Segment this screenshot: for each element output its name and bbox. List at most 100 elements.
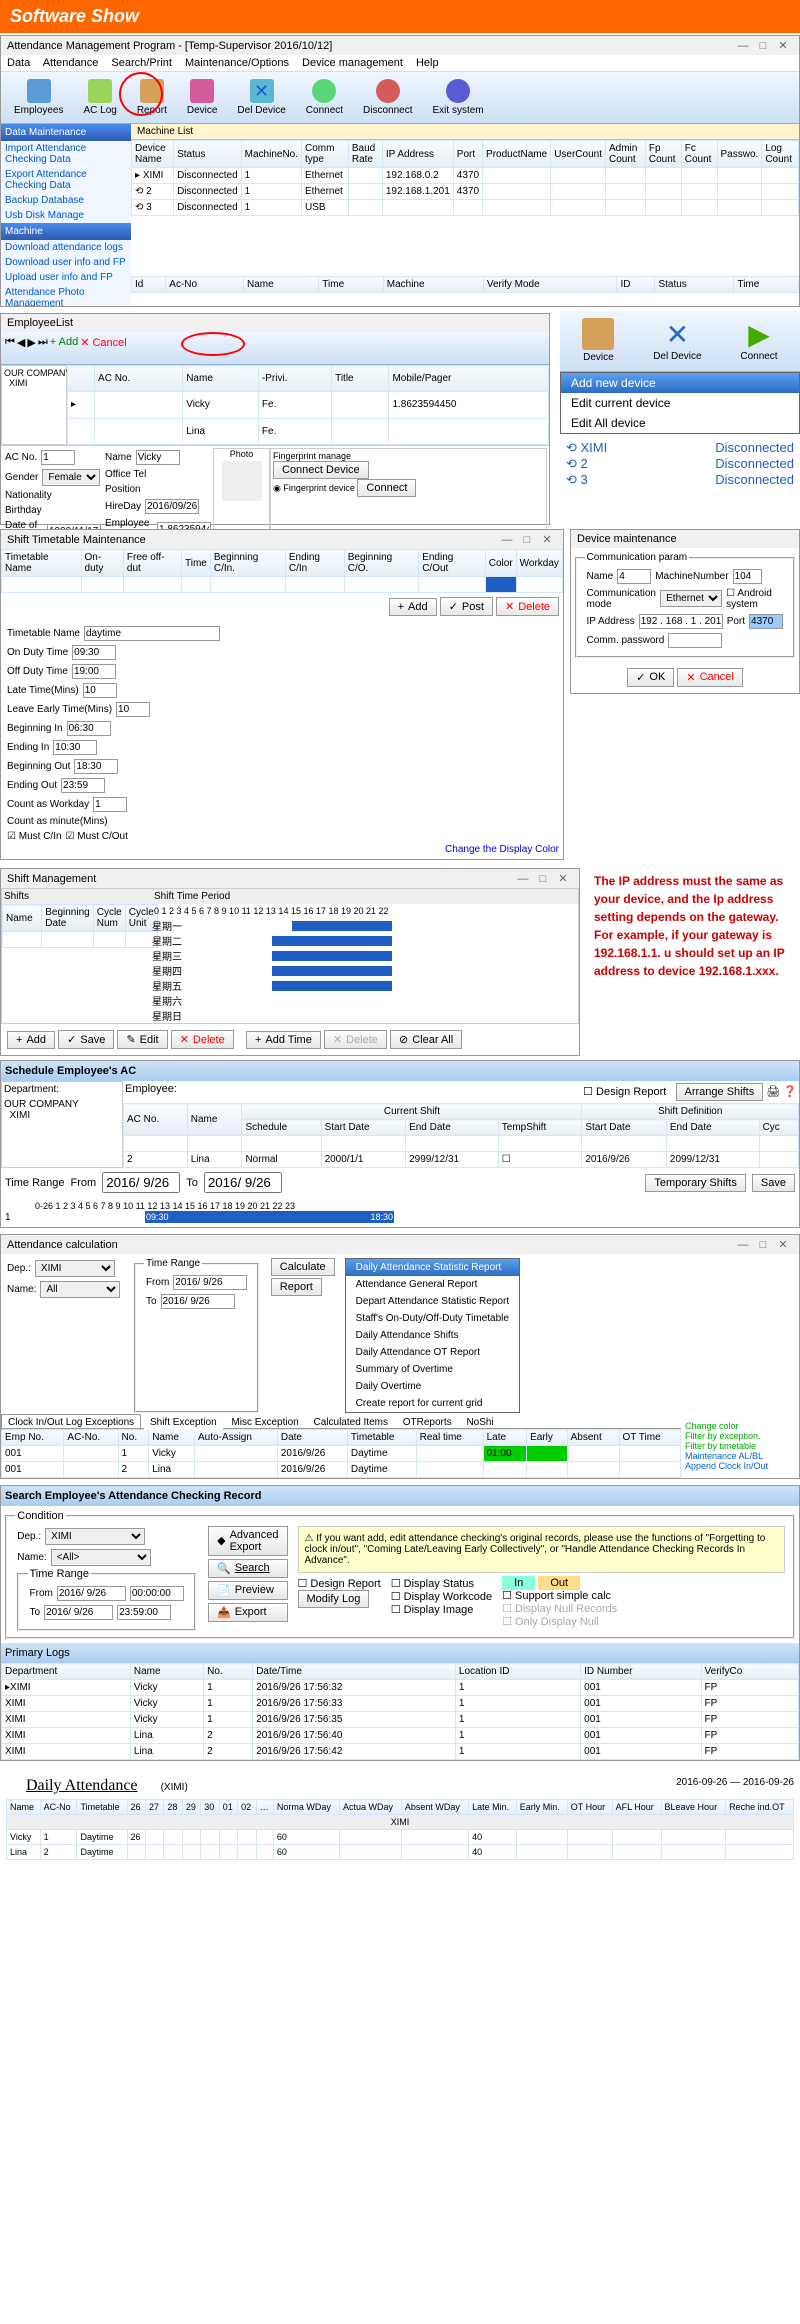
bg-acno[interactable]: Ac-No: [166, 277, 244, 293]
menu-maint[interactable]: Maintenance/Options: [185, 57, 289, 69]
tb-deldevice[interactable]: ✕Del Device: [228, 76, 294, 119]
sto-date[interactable]: [44, 1605, 113, 1620]
side-link[interactable]: Filter by exception.: [685, 1431, 795, 1441]
col[interactable]: Date: [277, 1430, 347, 1446]
menu-edit-all[interactable]: Edit All device: [561, 413, 799, 433]
col-baud[interactable]: Baud Rate: [348, 141, 382, 168]
col-fp[interactable]: Fp Count: [645, 141, 681, 168]
design-chk[interactable]: ☐ Design Report: [583, 1086, 666, 1098]
eo-input[interactable]: [61, 778, 105, 793]
col[interactable]: Absent: [567, 1430, 619, 1446]
side-link[interactable]: Change color: [685, 1421, 795, 1431]
sm-clear[interactable]: ⊘ Clear All: [390, 1030, 462, 1049]
cancel-icon[interactable]: ✕ Cancel: [80, 336, 127, 360]
tb-aclog[interactable]: AC Log: [74, 76, 125, 119]
col[interactable]: Beginning C/In.: [210, 550, 285, 577]
bg-id[interactable]: Id: [132, 277, 166, 293]
side-link[interactable]: Filter by timetable: [685, 1441, 795, 1451]
col[interactable]: Date/Time: [253, 1664, 456, 1680]
tab[interactable]: NoShi: [460, 1415, 499, 1430]
side-export[interactable]: Export Attendance Checking Data: [1, 167, 131, 193]
shift-row[interactable]: Normal2016/9/261Week: [3, 932, 158, 948]
tb-report[interactable]: Report: [128, 76, 176, 119]
col-log[interactable]: Log Count: [762, 141, 799, 168]
dm-name[interactable]: [617, 569, 651, 584]
dm-ip[interactable]: [639, 614, 723, 629]
col-port[interactable]: Port: [453, 141, 482, 168]
col-pwd[interactable]: Passwo.: [717, 141, 762, 168]
tab[interactable]: OTReports: [397, 1415, 458, 1430]
leave-input[interactable]: [116, 702, 150, 717]
dm-mn[interactable]: [733, 569, 762, 584]
col[interactable]: Schedule: [242, 1120, 321, 1136]
off-input[interactable]: [72, 664, 116, 679]
col-fc[interactable]: Fc Count: [681, 141, 717, 168]
emp-row[interactable]: LinaFe.: [68, 418, 549, 444]
nav-next-icon[interactable]: ▶: [27, 336, 35, 360]
opt1[interactable]: ☐ Display Status: [391, 1578, 474, 1590]
design-chk2[interactable]: ☐ Design Report: [298, 1578, 381, 1590]
add-icon[interactable]: + Add: [50, 336, 78, 360]
col-status[interactable]: Status: [174, 141, 242, 168]
tab[interactable]: Clock In/Out Log Exceptions: [1, 1414, 141, 1430]
rep-item[interactable]: Daily Attendance Statistic Report: [346, 1259, 519, 1276]
calc-name[interactable]: All: [40, 1281, 120, 1298]
col[interactable]: Timetable Name: [2, 550, 82, 577]
adv-btn[interactable]: ◆ Advanced Export: [208, 1526, 287, 1556]
zoom-device[interactable]: Device: [573, 315, 623, 367]
menu-data[interactable]: Data: [7, 57, 30, 69]
name-input[interactable]: [136, 450, 180, 465]
side-backup[interactable]: Backup Database: [1, 193, 131, 208]
search-name[interactable]: <All>: [51, 1549, 151, 1566]
emp-col[interactable]: AC No.: [95, 366, 183, 392]
dm-ok[interactable]: ✓ OK: [627, 668, 674, 687]
from-date[interactable]: [102, 1172, 180, 1193]
search-btn[interactable]: 🔍 Search: [208, 1559, 287, 1578]
tab-machinelist[interactable]: Machine List: [131, 124, 799, 140]
zoom-del[interactable]: ✕Del Device: [644, 315, 710, 367]
machine-row[interactable]: ⟲ 2Disconnected1Ethernet192.168.1.201437…: [132, 184, 799, 200]
col-ip[interactable]: IP Address: [382, 141, 453, 168]
tt-post[interactable]: ✓ Post: [440, 597, 493, 616]
menu-search[interactable]: Search/Print: [111, 57, 172, 69]
bg-status[interactable]: Status: [655, 277, 734, 293]
col-prod[interactable]: ProductName: [483, 141, 551, 168]
sto-time[interactable]: [117, 1605, 171, 1620]
sched-row[interactable]: ▸1VickyNormal2000/1/12999/12/31☐2016/9/2…: [124, 1136, 799, 1152]
tb-exit[interactable]: Exit system: [424, 76, 493, 119]
rep-item[interactable]: Daily Attendance Shifts: [346, 1327, 519, 1344]
search-dep[interactable]: XIMI: [45, 1528, 145, 1545]
tb-connect[interactable]: Connect: [297, 76, 352, 119]
company-tree2[interactable]: OUR COMPANY XIMI: [2, 1097, 122, 1123]
col-user[interactable]: UserCount: [551, 141, 606, 168]
cw-input[interactable]: [93, 797, 127, 812]
bg-id2[interactable]: ID: [617, 277, 655, 293]
log-row[interactable]: XIMILina22016/9/26 17:56:401001FP: [2, 1728, 799, 1744]
col[interactable]: On-duty: [81, 550, 123, 577]
col[interactable]: AC-No.: [64, 1430, 118, 1446]
dm-mode[interactable]: Ethernet: [660, 590, 722, 607]
col[interactable]: Start Date: [582, 1120, 667, 1136]
late-input[interactable]: [83, 683, 117, 698]
menu-edit-device[interactable]: Edit current device: [561, 393, 799, 413]
col[interactable]: OT Time: [619, 1430, 681, 1446]
menu-attendance[interactable]: Attendance: [43, 57, 99, 69]
col[interactable]: Emp No.: [2, 1430, 64, 1446]
col[interactable]: Cyc: [759, 1120, 798, 1136]
col[interactable]: No.: [204, 1664, 253, 1680]
machine-row[interactable]: ⟲ 3Disconnected1USB: [132, 200, 799, 216]
tab[interactable]: Misc Exception: [225, 1415, 304, 1430]
col[interactable]: AC No.: [124, 1104, 188, 1136]
col[interactable]: Color: [485, 550, 516, 577]
must-cout[interactable]: ☑ Must C/Out: [66, 831, 128, 842]
col[interactable]: Late: [483, 1430, 527, 1446]
sm-deltime[interactable]: ✕ Delete: [324, 1030, 387, 1049]
ttname-input[interactable]: [84, 626, 220, 641]
window-controls[interactable]: —□✕: [733, 39, 793, 52]
on-input[interactable]: [72, 645, 116, 660]
dm-cancel[interactable]: ✕ Cancel: [677, 668, 742, 687]
col[interactable]: Ending C/Out: [419, 550, 486, 577]
opt2[interactable]: ☐ Display Workcode: [391, 1591, 492, 1603]
rep-item[interactable]: Summary of Overtime: [346, 1361, 519, 1378]
col[interactable]: Name: [149, 1430, 195, 1446]
